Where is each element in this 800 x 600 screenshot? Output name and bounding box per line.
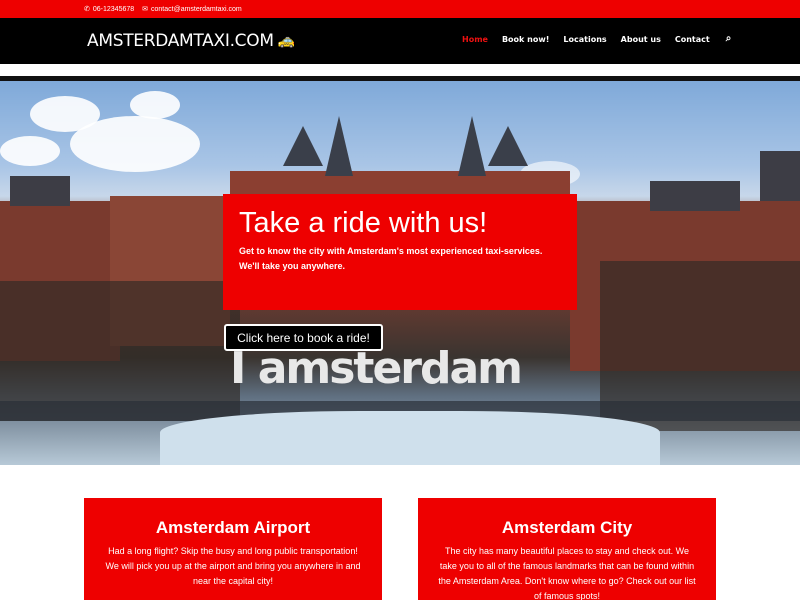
book-ride-button[interactable]: Click here to book a ride!	[224, 324, 383, 351]
card-text: Had a long flight? Skip the busy and lon…	[105, 546, 361, 586]
cloud-shape	[0, 136, 60, 166]
hero-description: Get to know the city with Amsterdam's mo…	[239, 244, 561, 273]
building-roof	[650, 181, 740, 211]
trees	[0, 281, 240, 421]
card-amsterdam-airport[interactable]: Amsterdam Airport Had a long flight? Ski…	[84, 498, 382, 600]
hero-text-line: Get to know the city with Amsterdam's mo…	[239, 246, 543, 257]
card-title: Amsterdam City	[501, 518, 633, 537]
nav-item-home[interactable]: Home	[462, 35, 488, 44]
spire	[325, 116, 353, 176]
nav-item-locations[interactable]: Locations	[563, 35, 606, 44]
card-amsterdam-city[interactable]: Amsterdam City The city has many beautif…	[418, 498, 716, 600]
email-address: contact@amsterdamtaxi.com	[151, 5, 242, 13]
cloud-shape	[130, 91, 180, 119]
hero-text-box: Take a ride with us! Get to know the cit…	[223, 194, 577, 310]
nav-item-contact[interactable]: Contact	[675, 35, 710, 44]
tower-roof	[283, 126, 323, 166]
search-icon[interactable]: ⌕	[726, 33, 732, 44]
main-nav: Home Book now! Locations About us Contac…	[462, 33, 732, 44]
envelope-icon: ✉	[142, 6, 149, 13]
building-roof	[760, 151, 800, 201]
building-roof	[10, 176, 70, 206]
card-text: The city has many beautiful places to st…	[438, 546, 696, 600]
hero-banner: I amsterdam Take a ride with us! Get to …	[0, 81, 800, 465]
card-title: Amsterdam Airport	[155, 518, 311, 537]
site-logo[interactable]: AMSTERDAMTAXI.COM 🚕	[87, 31, 295, 51]
logo-text: AMSTERDAMTAXI.COM	[87, 31, 274, 51]
car-icon: 🚕	[277, 33, 295, 49]
ice-rink	[160, 411, 660, 465]
phone-item[interactable]: ✆ 06-12345678	[84, 5, 135, 14]
spire	[458, 116, 486, 176]
email-item[interactable]: ✉ contact@amsterdamtaxi.com	[142, 5, 242, 14]
hero-text-line: We'll take you anywhere.	[239, 260, 346, 271]
contact-bar: ✆ 06-12345678 ✉ contact@amsterdamtaxi.co…	[0, 0, 800, 18]
cloud-shape	[70, 116, 200, 172]
site-header: AMSTERDAMTAXI.COM 🚕 Home Book now! Locat…	[0, 18, 800, 64]
phone-number: 06-12345678	[92, 5, 135, 13]
header-spacer	[0, 64, 800, 76]
hero-title: Take a ride with us!	[239, 207, 488, 239]
phone-icon: ✆	[84, 6, 90, 13]
nav-item-about-us[interactable]: About us	[621, 35, 661, 44]
tower-roof	[488, 126, 528, 166]
nav-item-book-now[interactable]: Book now!	[502, 35, 549, 44]
